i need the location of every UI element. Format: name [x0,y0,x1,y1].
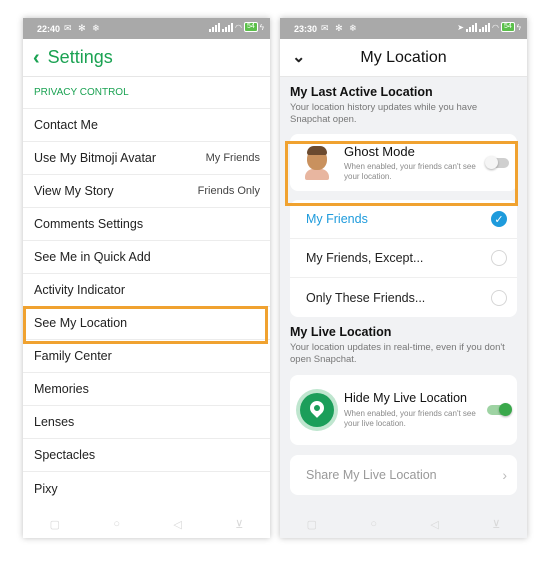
home-circle-icon[interactable]: ○ [113,518,120,530]
settings-row-see-my-location[interactable]: See My Location [23,307,270,340]
option-my-friends[interactable]: My Friends ✓ [290,200,517,239]
battery-icon: 54 [243,22,258,32]
hide-live-location-card: Hide My Live Location When enabled, your… [290,375,517,445]
location-arrow-icon: ➤ [457,22,464,32]
my-location-screen: 23:30 ✉ ✻ ❄ ➤ ◠ 54 ϟ ⌄ My Location My La… [280,18,527,538]
settings-row-bitmoji-avatar[interactable]: Use My Bitmoji Avatar My Friends [23,142,270,175]
settings-list: Contact Me Use My Bitmoji Avatar My Frien… [23,109,270,505]
android-nav-bar: ▢ ○ ◁ ⊻ [280,510,527,538]
ghost-mode-card: Ghost Mode When enabled, your friends ca… [290,134,517,191]
settings-row-quick-add[interactable]: See Me in Quick Add [23,241,270,274]
battery-icon: 54 [500,22,515,32]
assist-icon[interactable]: ⊻ [235,518,243,531]
page-title: Settings [47,47,113,67]
option-label: My Friends, Except... [306,251,424,265]
row-label: View My Story [34,184,114,198]
location-header: ⌄ My Location [280,39,527,77]
row-value: My Friends [205,152,260,164]
page-title: My Location [360,48,447,66]
settings-row-spectacles[interactable]: Spectacles [23,439,270,472]
settings-row-pixy[interactable]: Pixy [23,472,270,505]
row-value: Friends Only [197,185,260,197]
row-label: Memories [34,382,89,396]
row-label: See My Location [34,316,128,330]
status-time: 23:30 [294,23,318,34]
last-active-desc: Your location history updates while you … [290,102,478,125]
charging-icon: ϟ [259,22,264,32]
hide-live-desc: When enabled, your friends can't see you… [344,409,476,428]
wifi-icon: ◠ [234,22,242,32]
bitmoji-avatar [302,145,332,180]
back-triangle-icon[interactable]: ◁ [173,518,181,531]
chevron-down-icon[interactable]: ⌄ [292,47,305,67]
settings-row-comments[interactable]: Comments Settings [23,208,270,241]
row-label: Spectacles [34,448,96,462]
option-my-friends-except[interactable]: My Friends, Except... [290,239,517,278]
row-label: Comments Settings [34,217,144,231]
row-label: See Me in Quick Add [34,250,151,264]
status-time: 22:40 [37,23,61,34]
share-live-location-row[interactable]: Share My Live Location › [290,455,517,495]
notification-icons: ✉ ✻ ❄ [64,23,102,33]
share-live-label: Share My Live Location [306,468,437,482]
row-label: Use My Bitmoji Avatar [34,151,157,165]
settings-row-activity-indicator[interactable]: Activity Indicator [23,274,270,307]
radio-empty-icon [491,250,507,266]
last-active-title: My Last Active Location [290,85,433,99]
section-header-privacy: PRIVACY CONTROL [23,77,270,109]
back-triangle-icon[interactable]: ◁ [430,518,438,531]
home-circle-icon[interactable]: ○ [370,518,377,530]
live-location-desc: Your location updates in real-time, even… [290,342,505,365]
settings-row-view-my-story[interactable]: View My Story Friends Only [23,175,270,208]
ghost-mode-toggle[interactable] [485,155,509,169]
hide-live-location-toggle[interactable] [487,403,512,416]
chevron-right-icon: › [502,467,507,483]
signal-icon [465,22,477,32]
settings-header: ‹ Settings [23,39,270,77]
back-arrow-icon[interactable]: ‹ [33,48,40,68]
location-pin-icon [300,393,334,427]
option-label: Only These Friends... [306,290,426,305]
settings-row-family-center[interactable]: Family Center [23,340,270,373]
assist-icon[interactable]: ⊻ [492,518,500,531]
row-label: Family Center [34,349,112,363]
option-label: My Friends [306,212,368,226]
hide-live-title: Hide My Live Location [344,391,467,405]
charging-icon: ϟ [516,22,521,32]
status-bar: 22:40 ✉ ✻ ❄ ◠ 54 ϟ [23,18,270,39]
signal-icon [208,22,220,32]
checkmark-icon: ✓ [491,211,507,227]
visibility-options-card: My Friends ✓ My Friends, Except... Only … [290,200,517,317]
ghost-mode-title: Ghost Mode [344,143,415,159]
settings-row-memories[interactable]: Memories [23,373,270,406]
settings-screen: 22:40 ✉ ✻ ❄ ◠ 54 ϟ ‹ Settings PRIVACY CO… [23,18,270,538]
ghost-mode-desc: When enabled, your friends can't see you… [344,161,476,181]
menu-square-icon[interactable]: ▢ [307,518,317,531]
row-label: Contact Me [34,118,98,132]
row-label: Lenses [34,415,75,429]
row-label: Pixy [34,481,58,496]
radio-empty-icon [491,289,507,306]
option-only-these-friends[interactable]: Only These Friends... [290,278,517,317]
signal-icon-2 [221,22,233,32]
wifi-icon: ◠ [491,22,499,32]
settings-row-contact-me[interactable]: Contact Me [23,109,270,142]
menu-square-icon[interactable]: ▢ [50,518,60,531]
status-bar: 23:30 ✉ ✻ ❄ ➤ ◠ 54 ϟ [280,18,527,39]
notification-icons: ✉ ✻ ❄ [321,23,359,33]
live-location-title: My Live Location [290,325,392,339]
android-nav-bar: ▢ ○ ◁ ⊻ [23,510,270,538]
signal-icon-2 [478,22,490,32]
settings-row-lenses[interactable]: Lenses [23,406,270,439]
row-label: Activity Indicator [34,283,126,297]
